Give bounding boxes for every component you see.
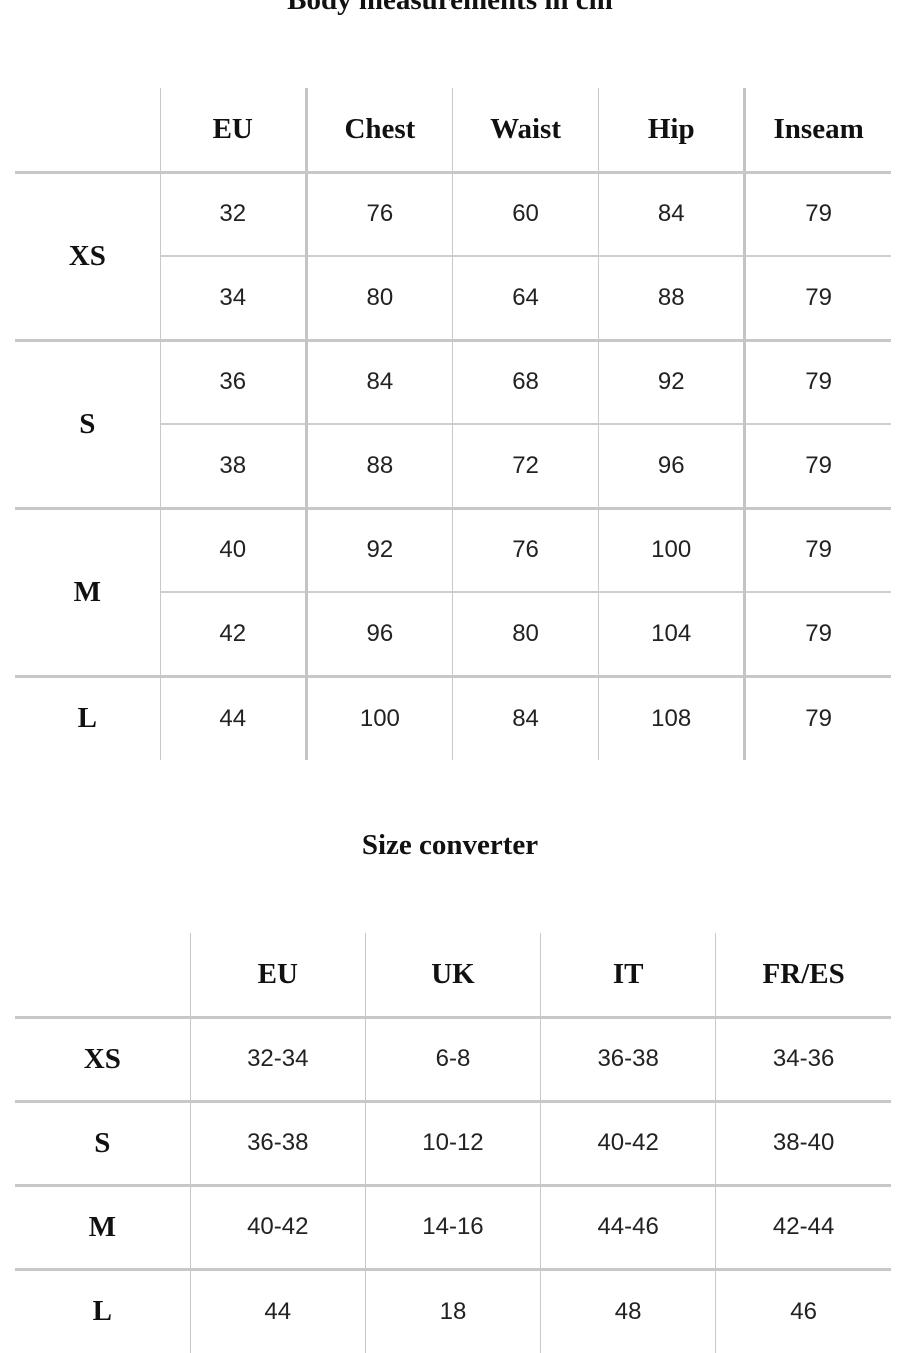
- cell-chest: 84: [304, 340, 453, 424]
- cell-eu: 36: [159, 340, 307, 424]
- header-uk: UK: [364, 933, 541, 1019]
- cell-it: 48: [540, 1269, 716, 1353]
- cell-fr-es: 42-44: [715, 1185, 891, 1269]
- table-row: M 40-42 14-16 44-46 42-44: [15, 1185, 891, 1269]
- cell-inseam: 79: [743, 592, 891, 676]
- header-fr-es: FR/ES: [715, 933, 891, 1019]
- cell-uk: 14-16: [364, 1185, 541, 1269]
- cell-uk: 10-12: [364, 1101, 541, 1185]
- cell-inseam: 79: [743, 172, 891, 256]
- table-row: M 40 92 76 100 79: [15, 508, 891, 608]
- body-measurements-table: EU Chest Waist Hip Inseam XS 32 76 60 84…: [15, 88, 891, 760]
- cell-eu: 38: [159, 424, 307, 508]
- cell-hip: 88: [598, 256, 745, 340]
- cell-eu: 40: [159, 508, 307, 592]
- header-it: IT: [540, 933, 716, 1019]
- cell-waist: 64: [451, 256, 599, 340]
- cell-uk: 6-8: [364, 1017, 541, 1101]
- header-size: [15, 933, 191, 1019]
- cell-chest: 92: [304, 508, 453, 592]
- cell-chest: 100: [304, 676, 453, 760]
- cell-fr-es: 34-36: [715, 1017, 891, 1101]
- table-row: S 36-38 10-12 40-42 38-40: [15, 1101, 891, 1185]
- size-label: M: [73, 575, 102, 608]
- table-row: L 44 18 48 46: [15, 1269, 891, 1353]
- size-label: S: [94, 1126, 111, 1159]
- size-label: XS: [83, 1042, 121, 1075]
- size-label: L: [92, 1295, 113, 1328]
- cell-fr-es: 38-40: [715, 1101, 891, 1185]
- cell-chest: 88: [304, 424, 453, 508]
- cell-chest: 96: [304, 592, 453, 676]
- cell-it: 44-46: [540, 1185, 716, 1269]
- cell-it: 40-42: [540, 1101, 716, 1185]
- header-hip: Hip: [598, 88, 745, 174]
- cell-fr-es: 46: [715, 1269, 891, 1353]
- cell-chest: 76: [304, 172, 453, 256]
- cell-eu: 42: [159, 592, 307, 676]
- cell-waist: 72: [451, 424, 599, 508]
- size-converter-title: Size converter: [361, 829, 539, 861]
- size-label: XS: [68, 239, 106, 272]
- cell-inseam: 79: [743, 340, 891, 424]
- cell-eu: 40-42: [189, 1185, 366, 1269]
- cell-hip: 92: [598, 340, 745, 424]
- cell-eu: 32-34: [189, 1017, 366, 1101]
- cell-inseam: 79: [743, 676, 891, 760]
- cell-hip: 84: [598, 172, 745, 256]
- table-row: XS 32 76 60 84 79: [15, 172, 891, 272]
- cell-chest: 80: [304, 256, 453, 340]
- size-label: S: [79, 407, 96, 440]
- table-row: L 44 100 84 108 79: [15, 676, 891, 760]
- header-inseam: Inseam: [743, 88, 891, 174]
- header-eu: EU: [159, 88, 307, 174]
- cell-it: 36-38: [540, 1017, 716, 1101]
- cell-waist: 60: [451, 172, 599, 256]
- size-label: L: [77, 702, 97, 735]
- header-waist: Waist: [451, 88, 599, 174]
- cell-eu: 44: [159, 676, 307, 760]
- size-label: M: [88, 1210, 117, 1243]
- table-row: S 36 84 68 92 79: [15, 340, 891, 440]
- cell-hip: 108: [598, 676, 745, 760]
- cell-uk: 18: [364, 1269, 541, 1353]
- cell-eu: 32: [159, 172, 307, 256]
- cell-inseam: 79: [743, 256, 891, 340]
- cell-inseam: 79: [743, 508, 891, 592]
- header-eu: EU: [189, 933, 366, 1019]
- cell-waist: 68: [451, 340, 599, 424]
- body-measurements-title: Body measurements in cm: [287, 0, 613, 16]
- table-row: XS 32-34 6-8 36-38 34-36: [15, 1017, 891, 1101]
- table-header-row: EU UK IT FR/ES: [15, 933, 891, 1019]
- cell-eu: 44: [189, 1269, 366, 1353]
- cell-hip: 96: [598, 424, 745, 508]
- cell-hip: 104: [598, 592, 745, 676]
- cell-hip: 100: [598, 508, 745, 592]
- cell-waist: 80: [451, 592, 599, 676]
- size-converter-table: EU UK IT FR/ES XS 32-34 6-8 36-38 34-36 …: [15, 933, 891, 1353]
- header-chest: Chest: [304, 88, 453, 174]
- cell-waist: 76: [451, 508, 599, 592]
- table-header-row: EU Chest Waist Hip Inseam: [15, 88, 891, 174]
- cell-eu: 34: [159, 256, 307, 340]
- cell-inseam: 79: [743, 424, 891, 508]
- cell-eu: 36-38: [189, 1101, 366, 1185]
- header-size: [15, 88, 161, 174]
- cell-waist: 84: [451, 676, 599, 760]
